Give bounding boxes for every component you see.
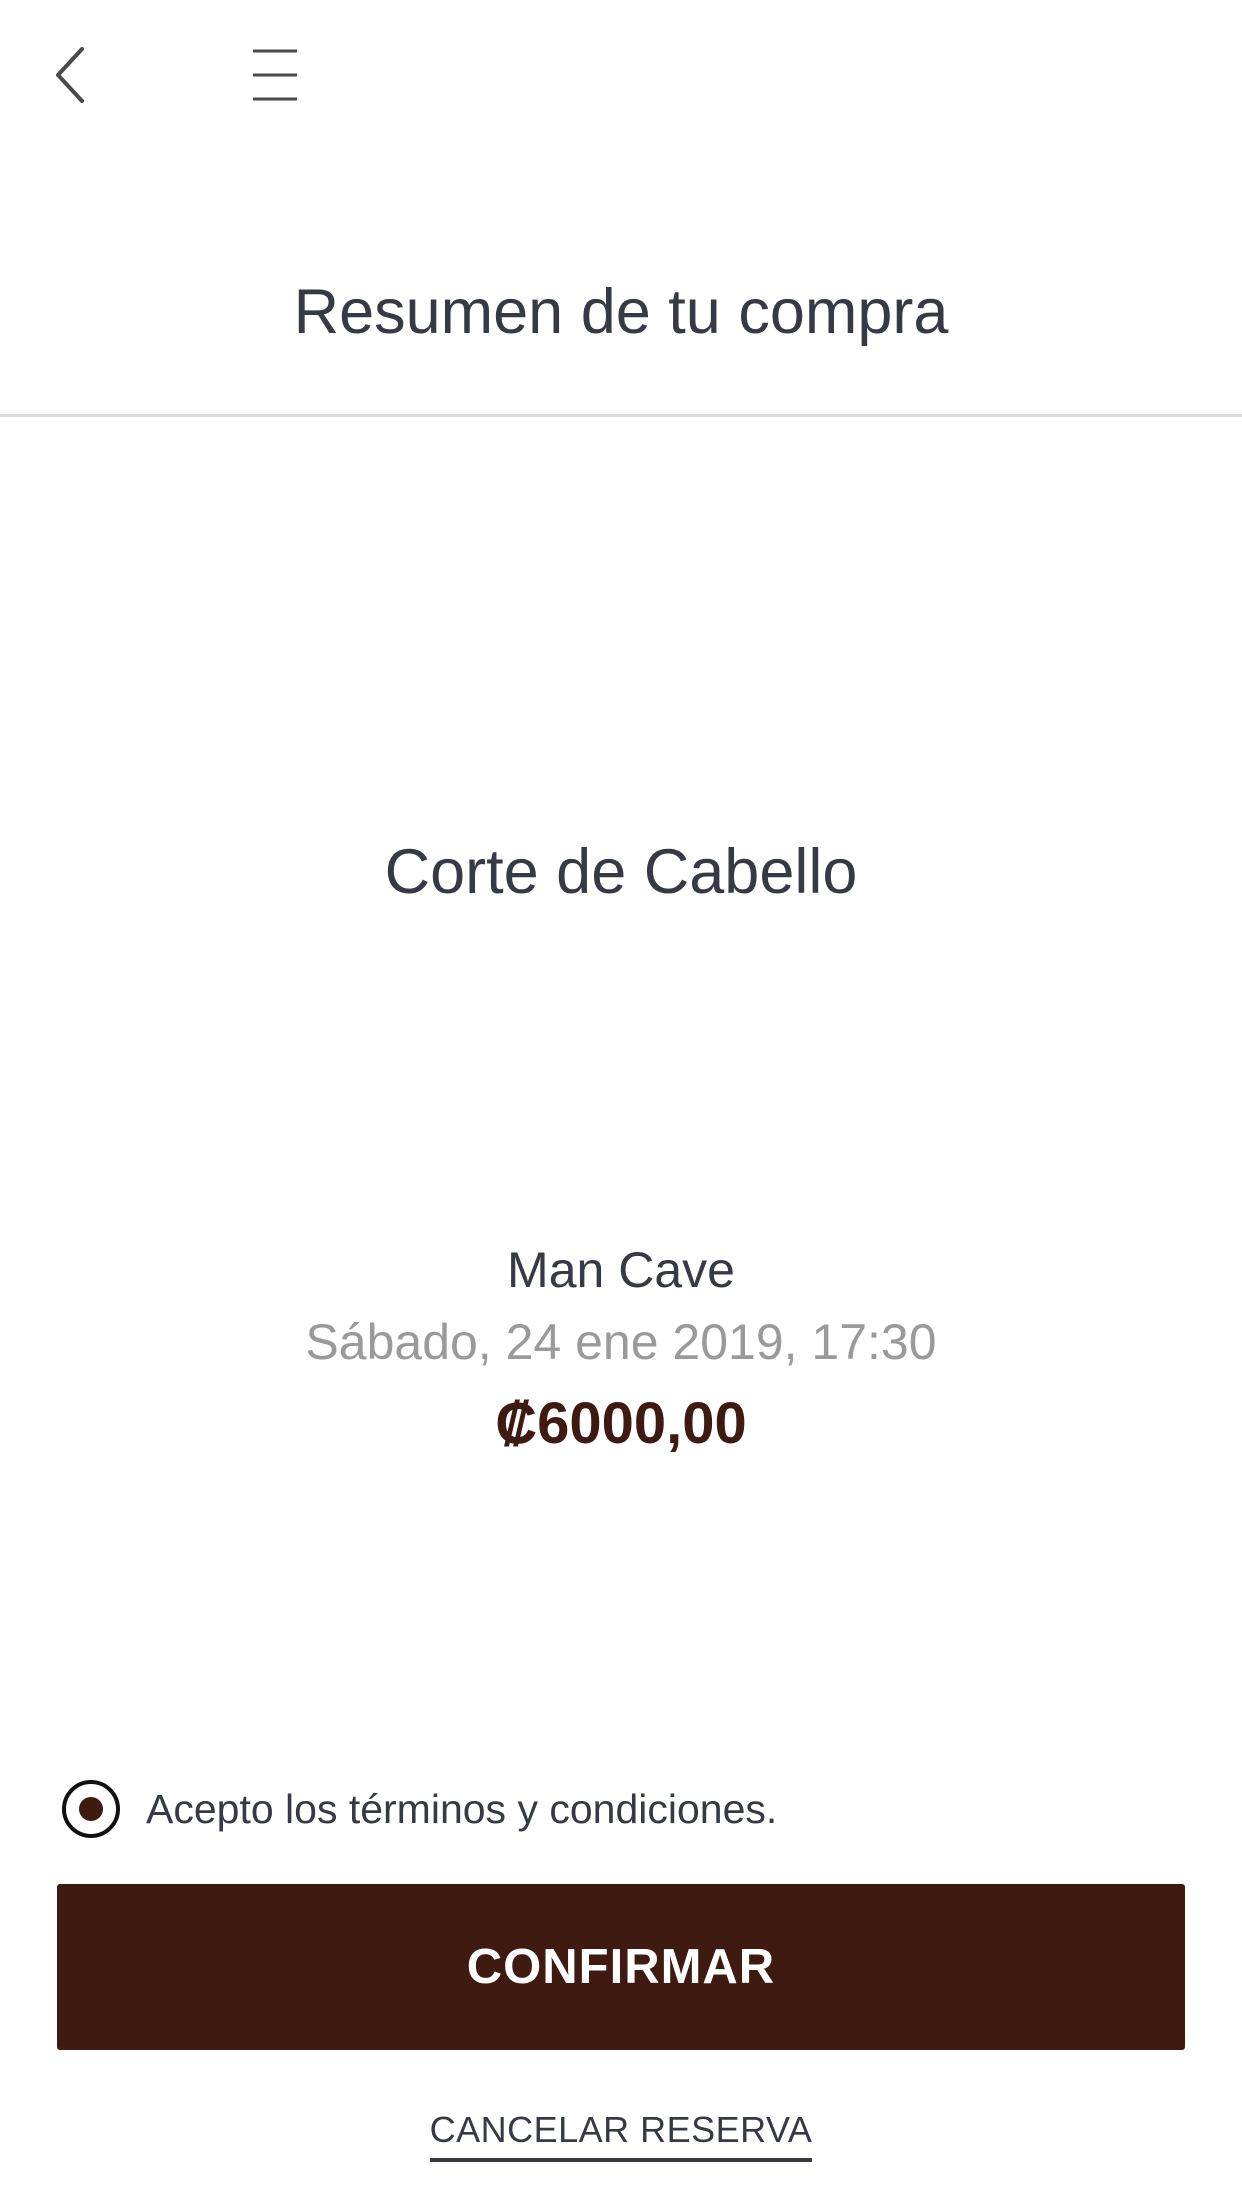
cancel-reservation-link[interactable]: CANCELAR RESERVA — [0, 2106, 1242, 2162]
radio-selected-dot — [79, 1797, 103, 1821]
page-title: Resumen de tu compra — [293, 277, 949, 347]
venue-name: Man Cave — [507, 1242, 735, 1298]
booking-datetime: Sábado, 24 ene 2019, 17:30 — [305, 1314, 937, 1370]
confirm-button[interactable]: CONFIRMAR — [57, 1884, 1185, 2050]
header-divider — [0, 414, 1242, 417]
terms-radio[interactable] — [62, 1780, 120, 1838]
menu-button[interactable] — [240, 30, 310, 120]
top-bar — [0, 0, 1242, 150]
service-name: Corte de Cabello — [384, 837, 858, 907]
chevron-left-icon — [56, 47, 84, 103]
terms-label: Acepto los términos y condiciones. — [146, 1786, 778, 1832]
price: ₡6000,00 — [495, 1391, 747, 1456]
confirm-button-label: CONFIRMAR — [466, 1940, 776, 1994]
hamburger-menu-icon — [253, 49, 297, 101]
terms-checkbox-row[interactable]: Acepto los términos y condiciones. — [62, 1774, 777, 1844]
cancel-reservation-label[interactable]: CANCELAR RESERVA — [429, 2106, 813, 2162]
back-button[interactable] — [40, 30, 100, 120]
